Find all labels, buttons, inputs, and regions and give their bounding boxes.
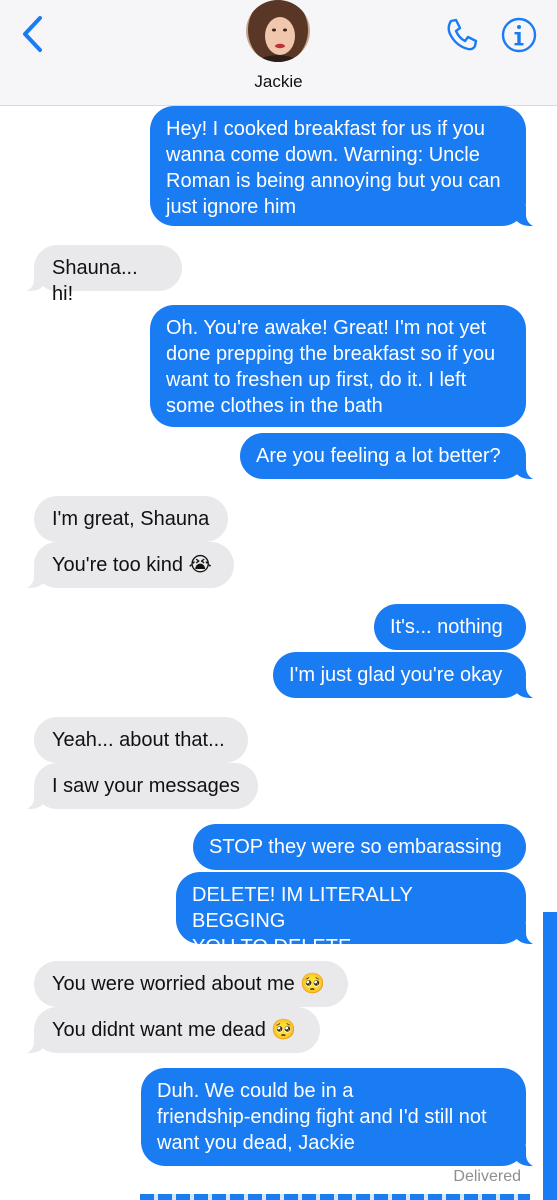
- call-button[interactable]: [442, 16, 480, 54]
- info-icon: [501, 17, 537, 53]
- contact-photo: [246, 0, 310, 62]
- chevron-left-icon: [23, 16, 42, 52]
- message-sent[interactable]: Oh. You're awake! Great! I'm not yet don…: [150, 305, 526, 427]
- partially-visible-message: [140, 1194, 530, 1200]
- message-received[interactable]: I'm great, Shauna: [34, 496, 228, 542]
- contact-name[interactable]: Jackie: [0, 72, 557, 92]
- info-button[interactable]: [500, 16, 538, 54]
- message-sent[interactable]: STOP they were so embarassing: [193, 824, 526, 870]
- message-sent[interactable]: I'm just glad you're okay: [273, 652, 542, 699]
- message-received[interactable]: You didnt want me dead 🥺: [18, 1007, 320, 1054]
- message-received[interactable]: I saw your messages: [18, 763, 258, 810]
- avatar[interactable]: [246, 0, 310, 62]
- message-sent[interactable]: Are you feeling a lot better?: [240, 433, 542, 480]
- message-sent[interactable]: It's... nothing: [374, 604, 526, 650]
- back-button[interactable]: [18, 14, 48, 54]
- message-received[interactable]: Shauna... hi!: [18, 245, 182, 305]
- message-sent[interactable]: DELETE! IM LITERALLY BEGGING YOU TO DELE…: [176, 872, 542, 958]
- phone-icon: [447, 18, 478, 51]
- message-received[interactable]: You were worried about me 🥺: [34, 961, 348, 1007]
- message-sent[interactable]: Duh. We could be in a friendship-ending …: [141, 1068, 542, 1167]
- message-received[interactable]: You're too kind 😭: [18, 542, 234, 589]
- scrollbar[interactable]: [543, 912, 557, 1200]
- message-received[interactable]: Yeah... about that...: [34, 717, 248, 763]
- message-sent[interactable]: Hey! I cooked breakfast for us if you wa…: [150, 106, 542, 227]
- delivered-status: Delivered: [453, 1168, 521, 1185]
- conversation-header: Jackie: [0, 0, 557, 106]
